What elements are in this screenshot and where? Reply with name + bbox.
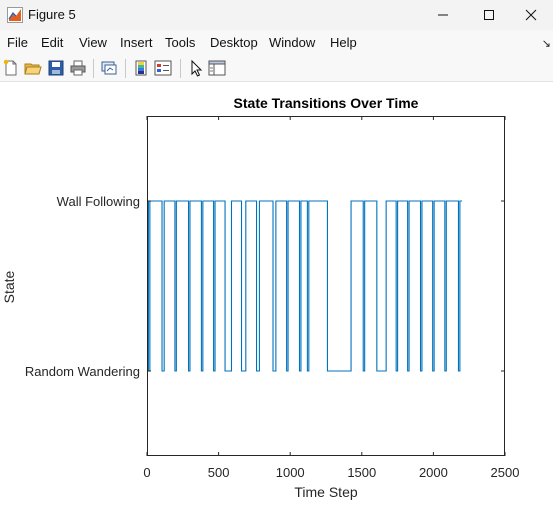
maximize-icon: [484, 10, 494, 20]
y-axis-label: State: [1, 270, 17, 303]
plot-area: [147, 116, 505, 456]
link-plot-icon[interactable]: [100, 59, 118, 77]
x-tick-label: 1500: [347, 465, 376, 480]
open-file-icon[interactable]: [24, 59, 42, 77]
toolbar-separator: [180, 59, 181, 78]
menu-file[interactable]: File: [7, 35, 28, 50]
menu-window[interactable]: Window: [269, 35, 315, 50]
close-icon: [525, 9, 537, 21]
x-axis-label: Time Step: [294, 484, 357, 500]
edit-plot-icon[interactable]: [187, 59, 205, 77]
y-tick-label: Wall Following: [57, 194, 140, 209]
matlab-app-icon: [7, 7, 23, 23]
menu-help[interactable]: Help: [330, 35, 357, 50]
x-tick-label: 0: [143, 465, 150, 480]
y-tick-label: Random Wandering: [25, 364, 140, 379]
figure-toolbar: [0, 55, 553, 82]
new-figure-icon[interactable]: [2, 59, 20, 77]
print-icon[interactable]: [69, 59, 87, 77]
window-title: Figure 5: [28, 7, 76, 22]
menu-edit[interactable]: Edit: [41, 35, 63, 50]
menu-view[interactable]: View: [79, 35, 107, 50]
menu-bar: File Edit View Insert Tools Desktop Wind…: [0, 30, 553, 55]
property-editor-icon[interactable]: [208, 59, 226, 77]
maximize-button[interactable]: [467, 0, 511, 30]
minimize-icon: [438, 14, 448, 16]
chart-title: State Transitions Over Time: [234, 95, 419, 111]
menu-overflow-arrow[interactable]: ↘: [542, 37, 551, 50]
state-transition-plot: 0 500 1000 1500 2000 2500 Random Wandering Wal…: [1, 95, 520, 500]
save-icon[interactable]: [47, 59, 65, 77]
x-tick-label: 500: [208, 465, 230, 480]
x-tick-label: 1000: [276, 465, 305, 480]
toolbar-separator: [125, 59, 126, 78]
minimize-button[interactable]: [421, 0, 465, 30]
x-tick-label: 2000: [419, 465, 448, 480]
x-tick-label: 2500: [491, 465, 520, 480]
menu-tools[interactable]: Tools: [165, 35, 195, 50]
menu-desktop[interactable]: Desktop: [210, 35, 258, 50]
close-button[interactable]: [509, 0, 553, 30]
legend-icon[interactable]: [154, 59, 172, 77]
toolbar-separator: [93, 59, 94, 78]
menu-insert[interactable]: Insert: [120, 35, 153, 50]
window-titlebar: Figure 5: [0, 0, 553, 30]
figure-canvas: 0 500 1000 1500 2000 2500 Random Wandering Wal…: [0, 82, 553, 501]
colorbar-icon[interactable]: [132, 59, 150, 77]
